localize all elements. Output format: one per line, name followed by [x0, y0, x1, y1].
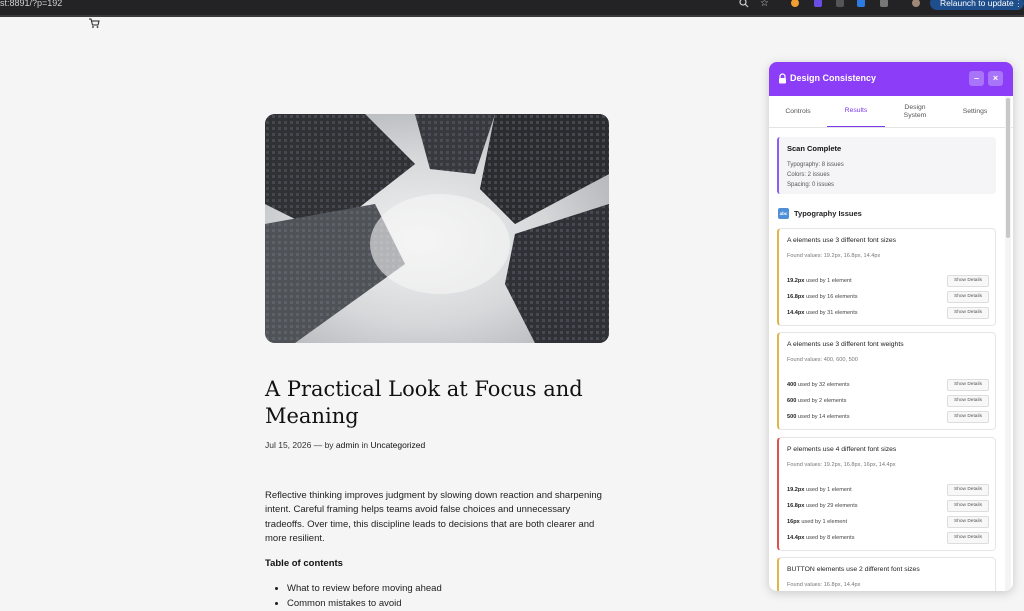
meta-separator: in — [361, 440, 369, 450]
post-date[interactable]: Jul 15, 2026 — [265, 440, 311, 450]
issue-row: 16.8px used by 16 elements Show Details — [787, 291, 989, 303]
profile-avatar[interactable] — [912, 0, 920, 7]
extensions-puzzle-icon[interactable] — [880, 0, 888, 7]
issue-found-values: Found values: 400, 600, 500 — [787, 357, 858, 363]
issue-usage: used by 8 elements — [805, 535, 855, 541]
issue-value: 16.8px — [787, 294, 805, 300]
show-details-button[interactable]: Show Details — [947, 307, 989, 319]
relaunch-button[interactable]: Relaunch to update — [930, 0, 1024, 10]
browser-toolbar: st:8891/?p=192 ☆ Relaunch to update ⋮ — [0, 0, 1024, 15]
issue-row: 600 used by 2 elements Show Details — [787, 395, 989, 407]
issue-row: 14.4px used by 31 elements Show Details — [787, 307, 989, 319]
extension-icon[interactable] — [857, 0, 865, 7]
tab-controls[interactable]: Controls — [769, 96, 827, 127]
toc-list: What to review before moving ahead Commo… — [265, 581, 442, 611]
issue-value: 400 — [787, 382, 797, 388]
design-consistency-panel: Design Consistency – × Controls Results … — [769, 62, 1013, 591]
issue-value: 600 — [787, 398, 797, 404]
show-details-button[interactable]: Show Details — [947, 395, 989, 407]
issue-row: 19.2px used by 1 element Show Details — [787, 484, 989, 496]
toc-heading: Table of contents — [265, 558, 343, 569]
zoom-icon[interactable] — [739, 0, 749, 11]
minimize-button[interactable]: – — [969, 71, 984, 86]
panel-title: Design Consistency — [790, 73, 877, 83]
issue-row: 400 used by 32 elements Show Details — [787, 379, 989, 391]
issue-row: 19.2px used by 1 element Show Details — [787, 275, 989, 287]
close-button[interactable]: × — [988, 71, 1003, 86]
issue-title: P elements use 4 different font sizes — [787, 446, 897, 453]
browser-menu-icon[interactable]: ⋮ — [1014, 0, 1023, 9]
show-details-button[interactable]: Show Details — [947, 291, 989, 303]
issue-card: BUTTON elements use 2 different font siz… — [777, 557, 996, 591]
issue-title: A elements use 3 different font weights — [787, 341, 904, 348]
issue-row: 500 used by 14 elements Show Details — [787, 411, 989, 423]
lock-icon — [779, 73, 786, 84]
issue-value: 14.4px — [787, 535, 805, 541]
extension-icon[interactable] — [791, 0, 799, 7]
issue-card: P elements use 4 different font sizes Fo… — [777, 437, 996, 551]
tab-settings[interactable]: Settings — [945, 96, 1005, 127]
summary-line: Spacing: 0 issues — [787, 182, 835, 188]
post-paragraph: Reflective thinking improves judgment by… — [265, 490, 602, 544]
issue-row: 16.8px used by 29 elements Show Details — [787, 500, 989, 512]
section-title: Typography Issues — [794, 209, 862, 218]
meta-separator: — by — [313, 440, 334, 450]
issue-usage: used by 2 elements — [797, 398, 847, 404]
issue-usage: used by 1 element — [805, 487, 852, 493]
post-meta: Jul 15, 2026 — by admin in Uncategorized — [265, 440, 425, 450]
tab-design-system[interactable]: Design System — [885, 96, 945, 127]
panel-header: Design Consistency – × — [769, 62, 1013, 96]
summary-line: Typography: 8 issues — [787, 162, 844, 168]
issue-usage: used by 14 elements — [797, 414, 850, 420]
issue-value: 14.4px — [787, 310, 805, 316]
summary-title: Scan Complete — [787, 144, 842, 153]
extension-icon[interactable] — [836, 0, 844, 7]
issue-found-values: Found values: 19.2px, 16.8px, 14.4px — [787, 253, 881, 259]
issue-found-values: Found values: 19.2px, 16.8px, 16px, 14.4… — [787, 462, 896, 468]
author-link[interactable]: admin — [336, 440, 359, 450]
show-details-button[interactable]: Show Details — [947, 379, 989, 391]
issue-value: 16.8px — [787, 503, 805, 509]
issue-card: A elements use 3 different font weights … — [777, 332, 996, 430]
issue-usage: used by 29 elements — [805, 503, 858, 509]
summary-line: Colors: 2 issues — [787, 172, 830, 178]
scan-summary: Scan Complete Typography: 8 issues Color… — [777, 137, 996, 194]
issue-found-values: Found values: 16.8px, 14.4px — [787, 582, 861, 588]
show-details-button[interactable]: Show Details — [947, 500, 989, 512]
issue-row: 16px used by 1 element Show Details — [787, 516, 989, 528]
abc-icon: abc — [778, 208, 789, 219]
scrollbar-thumb[interactable] — [1006, 98, 1010, 238]
issue-usage: used by 16 elements — [805, 294, 858, 300]
show-details-button[interactable]: Show Details — [947, 411, 989, 423]
featured-image — [265, 114, 609, 343]
issue-card: A elements use 3 different font sizes Fo… — [777, 228, 996, 326]
issue-row: 14.4px used by 8 elements Show Details — [787, 532, 989, 544]
show-details-button[interactable]: Show Details — [947, 484, 989, 496]
address-bar[interactable]: st:8891/?p=192 — [0, 0, 62, 8]
show-details-button[interactable]: Show Details — [947, 532, 989, 544]
category-link[interactable]: Uncategorized — [370, 440, 425, 450]
bookmark-star-icon[interactable]: ☆ — [760, 0, 769, 9]
issue-usage: used by 1 element — [805, 278, 852, 284]
issue-usage: used by 32 elements — [797, 382, 850, 388]
show-details-button[interactable]: Show Details — [947, 275, 989, 287]
extension-icon[interactable] — [814, 0, 822, 7]
toc-item[interactable]: What to review before moving ahead — [287, 581, 442, 596]
show-details-button[interactable]: Show Details — [947, 516, 989, 528]
issue-value: 16px — [787, 519, 800, 525]
toolbar-divider — [0, 15, 1024, 17]
panel-tabs: Controls Results Design System Settings — [769, 96, 1013, 128]
issue-value: 500 — [787, 414, 797, 420]
post-title: A Practical Look at Focus and Meaning — [265, 377, 583, 428]
issue-title: A elements use 3 different font sizes — [787, 237, 897, 244]
issue-usage: used by 31 elements — [805, 310, 858, 316]
issue-value: 19.2px — [787, 278, 805, 284]
issue-value: 19.2px — [787, 487, 805, 493]
issue-usage: used by 1 element — [801, 519, 848, 525]
cart-icon[interactable] — [88, 17, 100, 29]
tab-results[interactable]: Results — [827, 96, 885, 127]
issue-title: BUTTON elements use 2 different font siz… — [787, 566, 920, 573]
